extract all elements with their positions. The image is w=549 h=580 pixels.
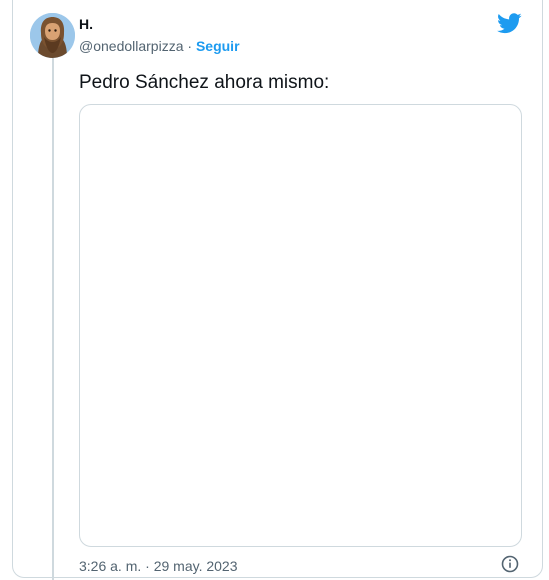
follow-button[interactable]: Seguir xyxy=(196,38,240,54)
info-icon[interactable] xyxy=(501,555,519,573)
avatar[interactable] xyxy=(30,13,75,58)
avatar-image xyxy=(30,13,75,58)
thread-line xyxy=(52,58,54,580)
tweet-text: Pedro Sánchez ahora mismo: xyxy=(79,72,330,93)
tweet-media[interactable] xyxy=(79,104,522,547)
author-handle[interactable]: @onedollarpizza xyxy=(79,38,184,54)
twitter-bird-icon[interactable] xyxy=(497,13,522,34)
meta-separator: · xyxy=(183,38,196,54)
author-meta: @onedollarpizza · Seguir xyxy=(79,38,240,54)
tweet-timestamp[interactable]: 3:26 a. m. · 29 may. 2023 xyxy=(79,558,238,574)
author-name[interactable]: H. xyxy=(79,16,93,32)
